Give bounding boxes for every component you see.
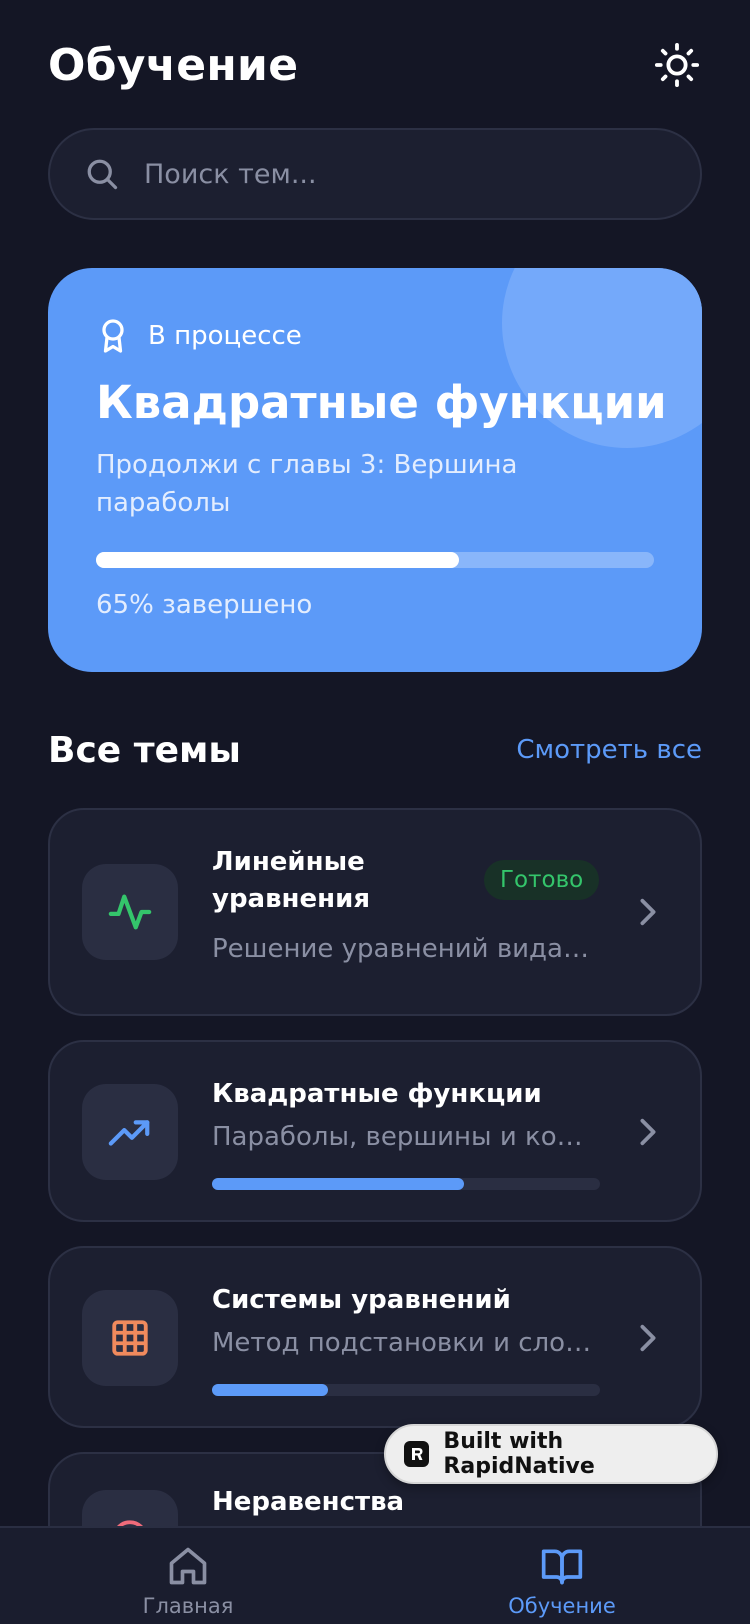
topic-title: Линейные уравнения: [212, 847, 371, 914]
nav-item-learning[interactable]: Обучение: [462, 1528, 662, 1624]
search-input[interactable]: [144, 158, 644, 190]
topic-progress-bar: [212, 1178, 600, 1190]
built-with-label: Built with RapidNative: [443, 1429, 595, 1479]
book-icon: [541, 1549, 583, 1585]
theme-toggle-button[interactable]: [652, 40, 702, 90]
current-topic-title: Квадратные функции: [96, 376, 667, 429]
trending-up-icon: [108, 1120, 150, 1146]
section-header: Все темы Смотреть все: [48, 720, 702, 780]
chevron-right-icon: [636, 1320, 660, 1356]
rapidnative-logo-icon: [404, 1441, 430, 1467]
search-icon: [87, 159, 118, 190]
activity-icon: [108, 894, 152, 930]
topic-card[interactable]: Квадратные функции Параболы, вершины и к…: [48, 1040, 702, 1222]
nav-label-learning: Обучение: [508, 1594, 616, 1618]
progress-bar: [96, 552, 654, 568]
progress-fill: [96, 552, 459, 568]
topic-title: Системы уравнений: [212, 1285, 511, 1315]
topic-description: Решение уравнений вида ax + b = 0: [212, 934, 592, 964]
bottom-navigation: Главная Обучение: [0, 1526, 750, 1624]
header: Обучение: [48, 30, 702, 100]
see-all-link[interactable]: Смотреть все: [516, 735, 702, 765]
sun-icon: [654, 42, 700, 88]
topic-description: Метод подстановки и сложения: [212, 1328, 592, 1358]
status-row: В процессе: [98, 318, 302, 354]
topic-icon-box: [82, 1290, 178, 1386]
topic-progress-bar: [212, 1384, 600, 1396]
topic-icon-box: [82, 1084, 178, 1180]
topic-progress-fill: [212, 1384, 329, 1396]
continue-learning-card[interactable]: В процессе Квадратные функции Продолжи с…: [48, 268, 702, 672]
topic-card[interactable]: Линейные уравнения Готово Решение уравне…: [48, 808, 702, 1016]
built-with-badge[interactable]: Built with RapidNative: [384, 1424, 718, 1484]
grid-icon: [112, 1320, 148, 1356]
nav-label-home: Главная: [142, 1594, 234, 1618]
topic-icon-box: [82, 864, 178, 960]
search-bar[interactable]: [48, 128, 702, 220]
award-icon: [102, 319, 124, 353]
page-title: Обучение: [48, 39, 299, 91]
topic-description: Параболы, вершины и корни: [212, 1122, 592, 1152]
section-title: Все темы: [48, 729, 241, 771]
topic-card[interactable]: Системы уравнений Метод подстановки и сл…: [48, 1246, 702, 1428]
status-label: В процессе: [148, 321, 302, 351]
chevron-right-icon: [636, 1114, 660, 1150]
progress-text: 65% завершено: [96, 590, 313, 620]
status-badge: Готово: [484, 860, 600, 900]
topic-title: Квадратные функции: [212, 1079, 542, 1109]
chevron-right-icon: [636, 894, 660, 930]
nav-item-home[interactable]: Главная: [88, 1528, 288, 1624]
current-topic-subtitle: Продолжи с главы 3: Вершина параболы: [96, 450, 518, 518]
home-icon: [169, 1547, 207, 1585]
topic-title: Неравенства: [212, 1487, 405, 1517]
topic-progress-fill: [212, 1178, 465, 1190]
